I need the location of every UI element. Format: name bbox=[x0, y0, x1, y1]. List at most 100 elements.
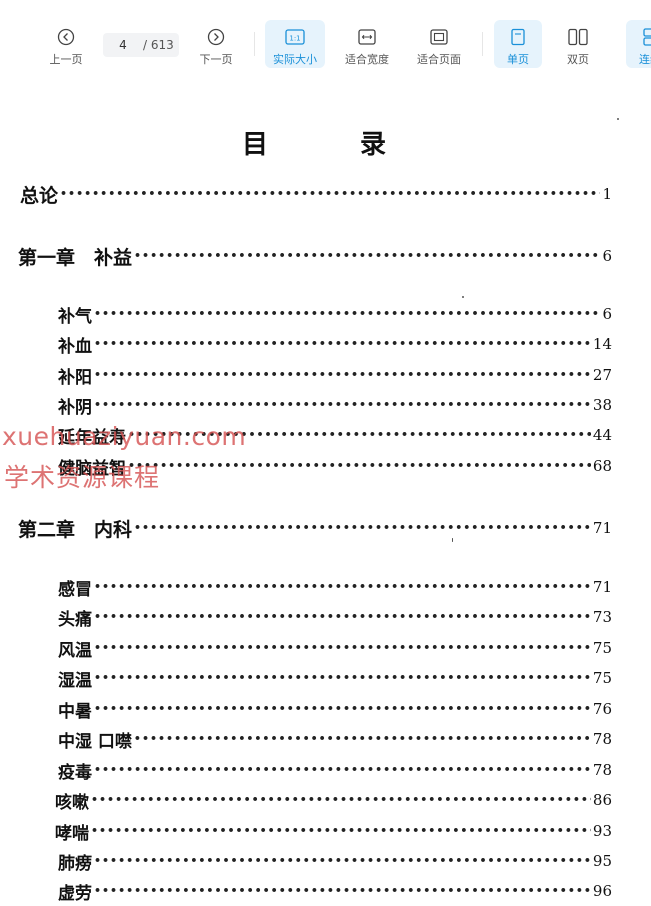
toc-leader-dots: ••••••••••••••••••••••••••••••••••••••••… bbox=[94, 580, 591, 593]
toc-entry-page: 44 bbox=[592, 426, 612, 444]
toc-entry[interactable]: 补阴 •••••••••••••••••••••••••••••••••••••… bbox=[58, 393, 612, 418]
toc-entry[interactable]: 补阳 •••••••••••••••••••••••••••••••••••••… bbox=[58, 363, 612, 388]
toc-entry-label: 咳嗽 bbox=[55, 792, 89, 813]
toc-entry-label: 风温 bbox=[58, 640, 92, 661]
fit-page-icon bbox=[428, 26, 450, 48]
toc-entry-page: 14 bbox=[592, 335, 612, 353]
toc-entry[interactable]: 第一章 补益 •••••••••••••••••••••••••••••••••… bbox=[18, 244, 612, 269]
toc-entry-label: 感冒 bbox=[58, 579, 92, 600]
toc-entry-page: 86 bbox=[592, 791, 612, 809]
toc-entry[interactable]: 哮喘 •••••••••••••••••••••••••••••••••••••… bbox=[55, 819, 612, 844]
toc-entry-label: 补阳 bbox=[58, 367, 92, 388]
single-page-icon bbox=[507, 26, 529, 48]
toc-leader-dots: ••••••••••••••••••••••••••••••••••••••••… bbox=[133, 732, 591, 745]
double-page-label: 双页 bbox=[567, 53, 589, 66]
continuous-label: 连续 bbox=[639, 53, 651, 66]
toc-leader-dots: ••••••••••••••••••••••••••••••••••••••••… bbox=[94, 398, 591, 411]
toc-entry-label: 虚劳 bbox=[58, 883, 92, 904]
toc-leader-dots: ••••••••••••••••••••••••••••••••••••••••… bbox=[94, 337, 591, 350]
continuous-page-icon bbox=[639, 26, 651, 48]
toolbar-divider bbox=[482, 32, 483, 56]
toc-entry[interactable]: 头痛 •••••••••••••••••••••••••••••••••••••… bbox=[58, 605, 612, 630]
toc-entry-page: 78 bbox=[592, 761, 612, 779]
actual-size-label: 实际大小 bbox=[273, 53, 317, 66]
single-page-button[interactable]: 单页 bbox=[494, 20, 542, 68]
chevron-right-circle-icon bbox=[205, 26, 227, 48]
toc-entry[interactable]: 肺痨 •••••••••••••••••••••••••••••••••••••… bbox=[58, 849, 612, 874]
fit-page-label: 适合页面 bbox=[417, 53, 461, 66]
document-page: 目 录 总论 •••••••••••••••••••••••••••••••••… bbox=[0, 76, 651, 906]
toc-entry-page: 6 bbox=[602, 305, 612, 323]
toc-entry-page: 95 bbox=[592, 852, 612, 870]
single-page-label: 单页 bbox=[507, 53, 529, 66]
watermark-text: 学术资源课程 bbox=[4, 463, 161, 492]
continuous-button[interactable]: 连续 bbox=[626, 20, 651, 68]
toc-entry-page: 75 bbox=[592, 669, 612, 687]
toc-leader-dots: ••••••••••••••••••••••••••••••••••••••••… bbox=[94, 763, 591, 776]
toc-leader-dots: ••••••••••••••••••••••••••••••••••••••••… bbox=[91, 793, 591, 806]
toc-entry[interactable]: 中湿 口噤 ••••••••••••••••••••••••••••••••••… bbox=[58, 727, 612, 752]
toc-entry[interactable]: 总论 •••••••••••••••••••••••••••••••••••••… bbox=[20, 182, 612, 207]
next-page-button[interactable]: 下一页 bbox=[192, 20, 240, 68]
toc-entry-label: 疫毒 bbox=[58, 762, 92, 783]
toolbar-divider bbox=[254, 32, 255, 56]
toc-entry-page: 38 bbox=[592, 396, 612, 414]
toc-entry-label: 总论 bbox=[20, 184, 59, 207]
toc-title-char-1: 目 bbox=[242, 130, 269, 160]
toc-entry[interactable]: 湿温 •••••••••••••••••••••••••••••••••••••… bbox=[58, 666, 612, 691]
toc-leader-dots: ••••••••••••••••••••••••••••••••••••••••… bbox=[94, 641, 591, 654]
toc-entry[interactable]: 疫毒 •••••••••••••••••••••••••••••••••••••… bbox=[58, 758, 612, 783]
toc-leader-dots: ••••••••••••••••••••••••••••••••••••••••… bbox=[134, 521, 591, 534]
toc-leader-dots: ••••••••••••••••••••••••••••••••••••••••… bbox=[134, 249, 600, 262]
toc-entry-label: 中暑 bbox=[58, 701, 92, 722]
toc-entry-page: 76 bbox=[592, 700, 612, 718]
toc-entry[interactable]: 风温 •••••••••••••••••••••••••••••••••••••… bbox=[58, 636, 612, 661]
toc-leader-dots: ••••••••••••••••••••••••••••••••••••••••… bbox=[94, 368, 591, 381]
toc-entry-page: 78 bbox=[592, 730, 612, 748]
toc-entry-page: 75 bbox=[592, 639, 612, 657]
toc-entry-label: 肺痨 bbox=[58, 853, 92, 874]
toc-entry[interactable]: 咳嗽 •••••••••••••••••••••••••••••••••••••… bbox=[55, 788, 612, 813]
toc-entry-label: 头痛 bbox=[58, 609, 92, 630]
toc-entry[interactable]: 第二章 内科 •••••••••••••••••••••••••••••••••… bbox=[18, 516, 612, 541]
page-number-input[interactable]: 4 bbox=[103, 38, 143, 52]
toc-entry-page: 71 bbox=[592, 519, 612, 537]
fit-width-button[interactable]: 适合宽度 bbox=[337, 20, 397, 68]
toc-leader-dots: ••••••••••••••••••••••••••••••••••••••••… bbox=[94, 610, 591, 623]
actual-size-icon: 1:1 bbox=[284, 26, 306, 48]
prev-page-button[interactable]: 上一页 bbox=[42, 20, 90, 68]
toc-entry-label: 第一章 补益 bbox=[18, 246, 133, 269]
toc-entry-label: 湿温 bbox=[58, 670, 92, 691]
toc-title-char-2: 录 bbox=[360, 130, 387, 160]
toc-entry-page: 93 bbox=[592, 822, 612, 840]
toc-entry[interactable]: 中暑 •••••••••••••••••••••••••••••••••••••… bbox=[58, 697, 612, 722]
toc-leader-dots: ••••••••••••••••••••••••••••••••••••••••… bbox=[94, 671, 591, 684]
toc-entry[interactable]: 虚劳 •••••••••••••••••••••••••••••••••••••… bbox=[58, 879, 612, 904]
viewer-toolbar: 上一页 4 / 613 下一页 1:1 实际大小 适合宽度 适合页面 单页 双页… bbox=[0, 0, 651, 76]
toc-leader-dots: ••••••••••••••••••••••••••••••••••••••••… bbox=[94, 854, 591, 867]
toc-entry-label: 补气 bbox=[58, 306, 92, 327]
toc-entry-page: 71 bbox=[592, 578, 612, 596]
toc-entry[interactable]: 补气 •••••••••••••••••••••••••••••••••••••… bbox=[58, 302, 612, 327]
toc-entry-label: 哮喘 bbox=[55, 823, 89, 844]
prev-page-label: 上一页 bbox=[49, 53, 83, 66]
double-page-icon bbox=[567, 26, 589, 48]
toc-entry-page: 27 bbox=[592, 366, 612, 384]
toc-entry[interactable]: 感冒 •••••••••••••••••••••••••••••••••••••… bbox=[58, 575, 612, 600]
toc-entry[interactable]: 补血 •••••••••••••••••••••••••••••••••••••… bbox=[58, 332, 612, 357]
fit-page-button[interactable]: 适合页面 bbox=[409, 20, 469, 68]
toc-leader-dots: ••••••••••••••••••••••••••••••••••••••••… bbox=[60, 187, 600, 200]
toc-entry-page: 68 bbox=[592, 457, 612, 475]
page-number-box: 4 / 613 bbox=[103, 33, 179, 57]
page-total: / 613 bbox=[143, 38, 174, 52]
actual-size-button[interactable]: 1:1 实际大小 bbox=[265, 20, 325, 68]
toc-leader-dots: ••••••••••••••••••••••••••••••••••••••••… bbox=[94, 702, 591, 715]
watermark-url: xuehuaziyuan.com bbox=[2, 422, 247, 451]
scan-speck bbox=[617, 118, 619, 120]
toc-entry-page: 1 bbox=[602, 185, 612, 203]
toc-entry-page: 96 bbox=[592, 882, 612, 900]
toc-leader-dots: ••••••••••••••••••••••••••••••••••••••••… bbox=[91, 824, 591, 837]
double-page-button[interactable]: 双页 bbox=[554, 20, 602, 68]
toc-leader-dots: ••••••••••••••••••••••••••••••••••••••••… bbox=[94, 307, 600, 320]
toc-entry-label: 第二章 内科 bbox=[18, 518, 133, 541]
